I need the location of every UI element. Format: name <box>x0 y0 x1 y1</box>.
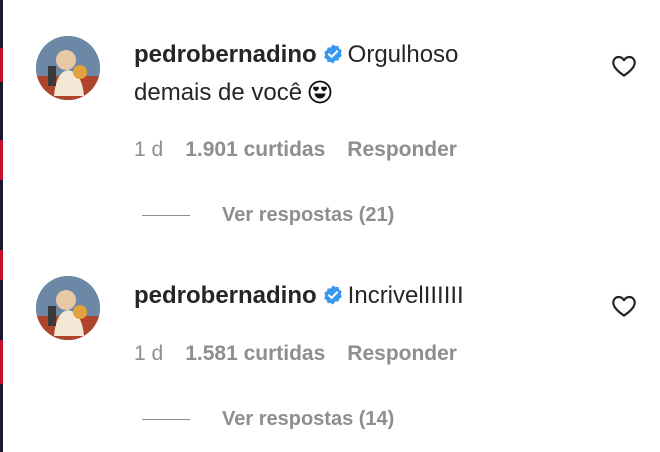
comment-meta: 1 d 1.581 curtidas Responder <box>134 342 457 366</box>
username[interactable]: pedrobernadino <box>134 282 317 309</box>
timestamp[interactable]: 1 d <box>134 342 163 366</box>
reply-button[interactable]: Responder <box>347 342 457 366</box>
timestamp[interactable]: 1 d <box>134 138 163 162</box>
view-replies-button[interactable]: Ver respostas (14) <box>142 408 394 431</box>
comment-text-line-1: pedrobernadino IncrivelIIIIII <box>134 276 464 316</box>
view-replies-label: Ver respostas (14) <box>222 408 395 430</box>
replies-divider-line <box>142 419 190 421</box>
view-replies-label: Ver respostas (21) <box>222 204 395 226</box>
likes-count[interactable]: 1.581 curtidas <box>185 342 325 366</box>
comment-item: pedrobernadino Orgulhoso demais de você 1… <box>0 0 660 226</box>
comment-text-line-2: demais de você <box>134 73 332 113</box>
comment-body: Orgulhoso <box>347 41 459 68</box>
heart-eyes-emoji-icon <box>308 80 332 104</box>
username[interactable]: pedrobernadino <box>134 41 317 68</box>
verified-badge-icon <box>323 44 342 64</box>
reply-button[interactable]: Responder <box>347 138 457 162</box>
comment-text-line-1: pedrobernadino Orgulhoso <box>134 35 458 75</box>
comment-meta: 1 d 1.901 curtidas Responder <box>134 138 457 162</box>
comment-item: pedrobernadino IncrivelIIIIII 1 d 1.581 cu… <box>0 240 660 450</box>
verified-badge-icon <box>323 285 342 305</box>
avatar[interactable] <box>36 36 100 100</box>
like-heart-icon[interactable] <box>611 294 637 318</box>
comment-body: IncrivelIIIIII <box>347 282 464 309</box>
view-replies-button[interactable]: Ver respostas (21) <box>142 204 394 227</box>
replies-divider-line <box>142 215 190 217</box>
like-heart-icon[interactable] <box>611 54 637 78</box>
comment-body-continued: demais de você <box>134 79 303 106</box>
avatar[interactable] <box>36 276 100 340</box>
likes-count[interactable]: 1.901 curtidas <box>185 138 325 162</box>
